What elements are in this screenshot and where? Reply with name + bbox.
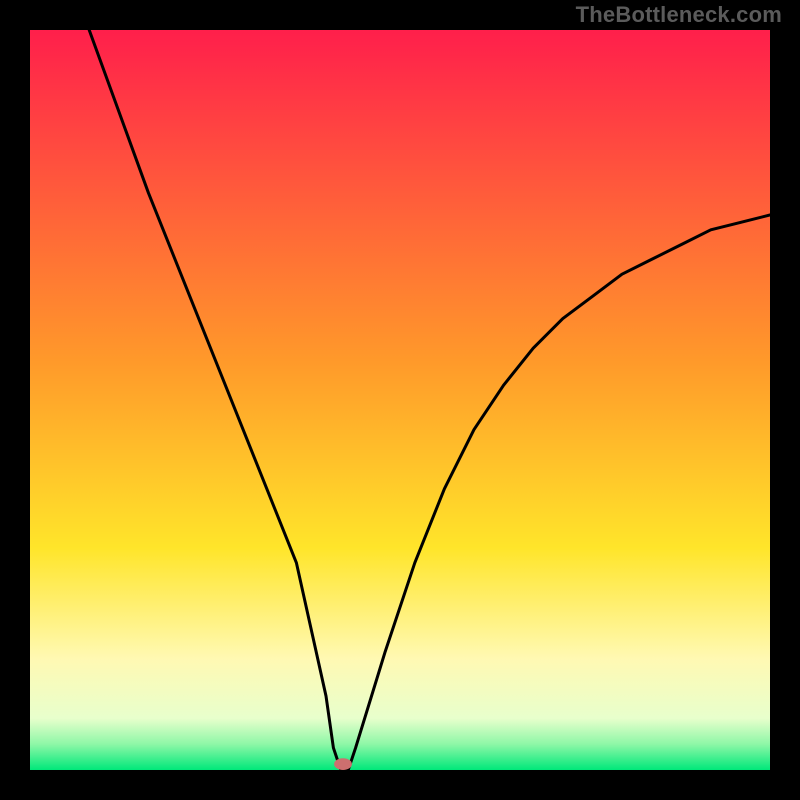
chart-frame: TheBottleneck.com — [0, 0, 800, 800]
watermark-text: TheBottleneck.com — [576, 2, 782, 28]
plot-area — [30, 30, 770, 770]
gradient-background — [30, 30, 770, 770]
optimal-point-marker — [334, 758, 352, 770]
bottleneck-chart-svg — [30, 30, 770, 770]
